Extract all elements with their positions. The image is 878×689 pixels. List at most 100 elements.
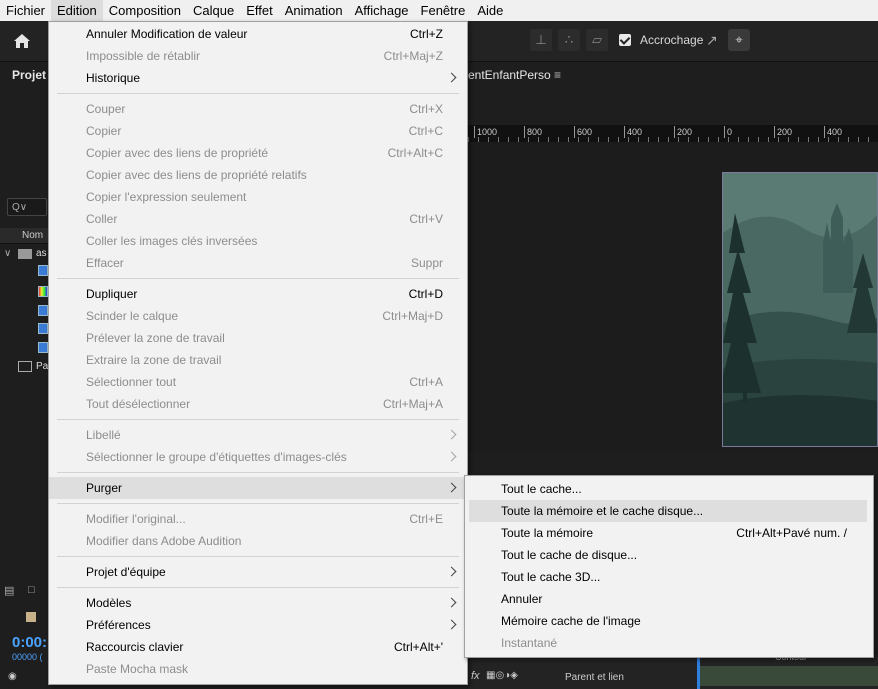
project-search-input[interactable]: Q∨ [7,198,47,216]
folder-label: as [36,248,47,259]
menu-item-libelle[interactable]: Libellé [49,424,467,446]
ruler-label: 400 [624,126,642,138]
menu-effet[interactable]: Effet [240,0,279,21]
panel-menu-icon[interactable]: ≡ [554,68,561,82]
world-axis-icon[interactable]: ∴ [558,29,580,51]
menu-calque[interactable]: Calque [187,0,240,21]
ruler-label: 400 [824,126,842,138]
menu-aide[interactable]: Aide [471,0,509,21]
menu-item-coller-inversees[interactable]: Coller les images clés inversées [49,230,467,252]
playhead[interactable] [697,655,700,689]
list-item[interactable] [0,262,48,279]
menu-bar: Fichier Edition Composition Calque Effet… [0,0,878,21]
interpret-footage-icon[interactable]: ▤ [4,584,14,597]
submenu-item-toute-la-memoire[interactable]: Toute la mémoire Ctrl+Alt+Pavé num. / [465,522,873,544]
list-item[interactable] [0,283,48,300]
menu-item-coller[interactable]: Coller Ctrl+V [49,208,467,230]
chevron-right-icon [446,619,457,630]
composition-tab[interactable]: entEnfantPerso [468,68,551,82]
menu-item-prelever[interactable]: Prélever la zone de travail [49,327,467,349]
menu-item-copier-expression[interactable]: Copier l'expression seulement [49,186,467,208]
name-column-header[interactable]: Nom [0,228,48,244]
snap-checkbox[interactable] [619,34,631,46]
submenu-item-tout-le-cache[interactable]: Tout le cache... [465,478,873,500]
menu-item-tout-deselectionner[interactable]: Tout désélectionner Ctrl+Maj+A [49,393,467,415]
chevron-right-icon [446,597,457,608]
ruler-label: 200 [774,126,792,138]
menu-item-effacer[interactable]: Effacer Suppr [49,252,467,274]
menu-item-adobe-audition[interactable]: Modifier dans Adobe Audition [49,530,467,552]
list-item[interactable] [0,320,48,337]
snap-options-icon[interactable]: ↗ [706,32,718,49]
menu-composition[interactable]: Composition [103,0,187,21]
image-file-icon [38,265,48,276]
menu-separator [57,419,459,420]
edition-dropdown-menu: Annuler Modification de valeur Ctrl+Z Imp… [48,21,468,685]
menu-item-raccourcis-clavier[interactable]: Raccourcis clavier Ctrl+Alt+' [49,636,467,658]
list-item[interactable] [0,339,48,356]
frame-blend-icon[interactable]: ▦◎◑◈ [486,670,518,681]
chevron-right-icon [446,482,457,493]
menu-animation[interactable]: Animation [279,0,349,21]
current-time-display[interactable]: 0:00: [12,634,47,651]
view-axis-icon[interactable]: ▱ [586,29,608,51]
menu-item-groupe-etiquettes[interactable]: Sélectionner le groupe d'étiquettes d'im… [49,446,467,468]
home-icon[interactable] [10,29,34,53]
menu-item-dupliquer[interactable]: Dupliquer Ctrl+D [49,283,467,305]
menu-separator [57,278,459,279]
folder-icon [18,249,32,259]
menu-item-modifier-original[interactable]: Modifier l'original... Ctrl+E [49,508,467,530]
menu-item-copier-liens[interactable]: Copier avec des liens de propriété Ctrl+A… [49,142,467,164]
chevron-down-icon[interactable]: ∨ [4,245,11,262]
menu-separator [57,93,459,94]
image-file-icon [38,305,48,316]
menu-item-preferences[interactable]: Préférences [49,614,467,636]
snap-label: Accrochage [640,33,704,47]
list-item[interactable] [0,302,48,319]
fx-icon[interactable]: fx [471,670,480,682]
chevron-right-icon [446,429,457,440]
color-bars-icon [38,286,48,297]
menu-item-scinder[interactable]: Scinder le calque Ctrl+Maj+D [49,305,467,327]
composition-row[interactable]: Pa [0,358,48,375]
parent-link-column[interactable]: Parent et lien [565,672,624,683]
snap-target-icon[interactable]: ⌖ [728,29,750,51]
menu-item-modeles[interactable]: Modèles [49,592,467,614]
project-panel-tab[interactable]: Projet [12,68,46,82]
submenu-item-cache-3d[interactable]: Tout le cache 3D... [465,566,873,588]
menu-item-copier-liens-relatifs[interactable]: Copier avec des liens de propriété relat… [49,164,467,186]
eye-icon[interactable]: ◉ [8,671,17,682]
menu-fichier[interactable]: Fichier [0,0,51,21]
menu-item-copier[interactable]: Copier Ctrl+C [49,120,467,142]
menu-item-extraire[interactable]: Extraire la zone de travail [49,349,467,371]
new-folder-icon[interactable]: □ [28,584,35,596]
chevron-right-icon [446,72,457,83]
menu-item-purger[interactable]: Purger [49,477,467,499]
composition-preview[interactable] [722,172,878,447]
submenu-item-memoire-et-cache-disque[interactable]: Toute la mémoire et le cache disque... [469,500,867,522]
menu-fenetre[interactable]: Fenêtre [415,0,472,21]
menu-edition[interactable]: Edition [51,0,103,21]
local-axis-icon[interactable]: ⊥ [530,29,552,51]
menu-separator [57,556,459,557]
menu-affichage[interactable]: Affichage [349,0,415,21]
image-file-icon [38,342,48,353]
submenu-item-cache-disque[interactable]: Tout le cache de disque... [465,544,873,566]
project-folder-row[interactable]: ∨ as [0,245,48,262]
menu-item-paste-mocha[interactable]: Paste Mocha mask [49,658,467,680]
menu-item-couper[interactable]: Couper Ctrl+X [49,98,467,120]
menu-item-historique[interactable]: Historique [49,67,467,89]
ruler-label: 800 [524,126,542,138]
menu-item-selectionner-tout[interactable]: Sélectionner tout Ctrl+A [49,371,467,393]
timeline-track[interactable] [700,666,878,686]
composition-icon [18,361,32,372]
menu-item-retablir[interactable]: Impossible de rétablir Ctrl+Maj+Z [49,45,467,67]
menu-item-annuler[interactable]: Annuler Modification de valeur Ctrl+Z [49,23,467,45]
menu-item-projet-equipe[interactable]: Projet d'équipe [49,561,467,583]
submenu-item-annuler[interactable]: Annuler [465,588,873,610]
submenu-item-instantane[interactable]: Instantané [465,632,873,654]
submenu-item-memoire-cache-image[interactable]: Mémoire cache de l'image [465,610,873,632]
composition-color-label [26,612,36,622]
ruler-label: 600 [574,126,592,138]
image-file-icon [38,323,48,334]
